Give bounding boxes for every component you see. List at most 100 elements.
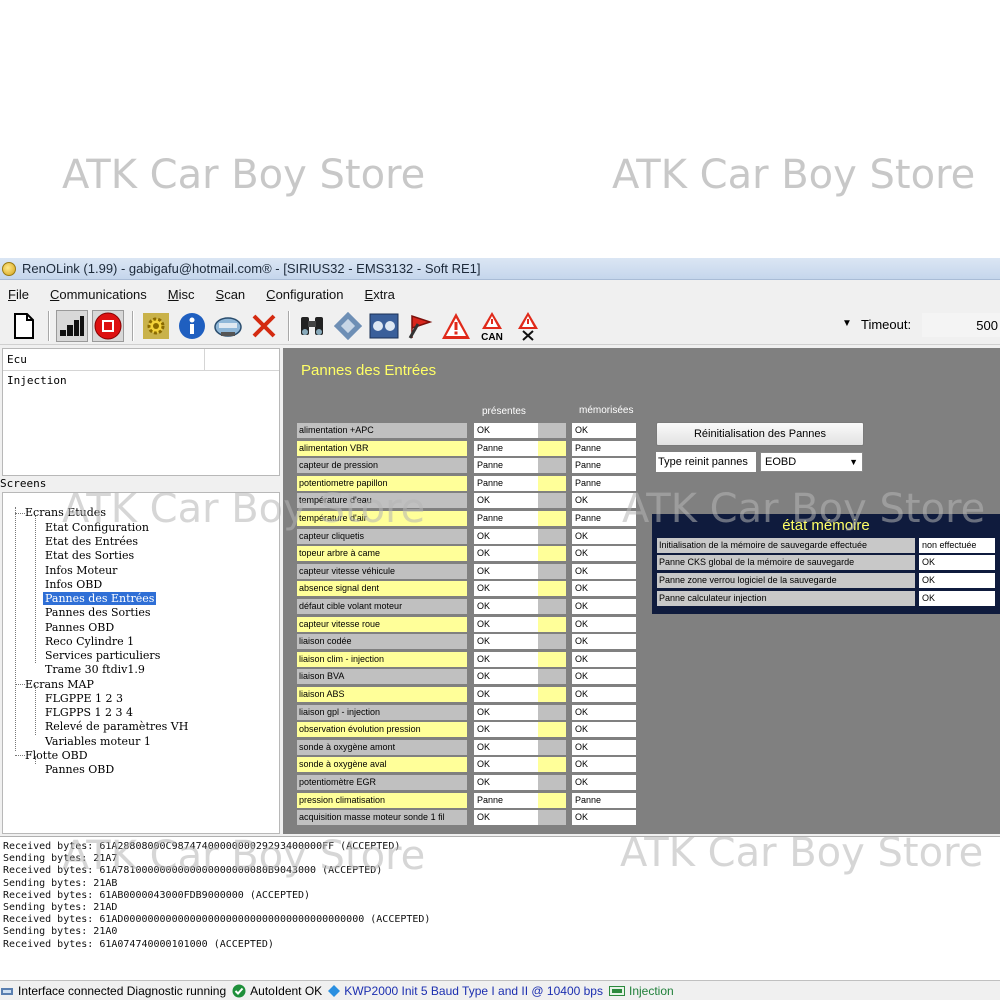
new-document-button[interactable]: [8, 310, 40, 342]
toolbar-overflow-arrow[interactable]: ▼: [842, 318, 852, 329]
tree-item[interactable]: Variables moteur 1: [45, 735, 151, 748]
ecu-column-header[interactable]: Ecu: [3, 349, 205, 370]
tree-item[interactable]: Services particuliers: [45, 649, 160, 662]
check-icon: [232, 984, 246, 997]
fault-label: sonde à oxygène amont: [297, 739, 467, 755]
tree-item[interactable]: Etat des Sorties: [45, 549, 134, 562]
can-label: CAN: [481, 332, 503, 341]
settings-button[interactable]: [140, 310, 172, 342]
fault-label: température d'air: [297, 511, 467, 526]
log-line: Received bytes: 61A781000000000000000000…: [3, 865, 383, 877]
fault-row: liaison gpl - injection OK OK: [297, 704, 637, 720]
fault-present-value: OK: [474, 739, 538, 755]
tree-item[interactable]: FLGPPS 1 2 3 4: [45, 706, 133, 719]
fault-indicator: [538, 669, 566, 685]
warning-button[interactable]: [440, 310, 472, 342]
column-header-presentes: présentes: [482, 406, 526, 417]
flag-button[interactable]: [404, 310, 436, 342]
fault-indicator: [538, 458, 566, 474]
fault-indicator: [538, 810, 566, 826]
fault-present-value: Panne: [474, 440, 538, 456]
fault-indicator: [538, 651, 566, 667]
tree-item[interactable]: Pannes des Sorties: [45, 606, 151, 619]
fault-memorized-value: OK: [572, 757, 636, 773]
memory-row: Panne calculateur injection OK: [657, 591, 995, 606]
fault-memorized-value: OK: [572, 651, 636, 667]
warning-can-button[interactable]: CAN: [476, 310, 508, 342]
fault-indicator: [538, 616, 566, 632]
tree-item[interactable]: Etat Configuration: [45, 521, 149, 534]
tree-item[interactable]: Pannes OBD: [45, 621, 114, 634]
menu-file[interactable]: File: [8, 287, 29, 302]
menu-configuration[interactable]: Configuration: [266, 287, 343, 302]
fault-row: liaison codée OK OK: [297, 634, 637, 650]
fault-row: observation évolution pression OK OK: [297, 722, 637, 738]
fault-label: liaison codée: [297, 634, 467, 650]
fault-memorized-value: OK: [572, 423, 636, 438]
fault-present-value: OK: [474, 493, 538, 509]
close-button[interactable]: [248, 310, 280, 342]
fault-label: liaison gpl - injection: [297, 704, 467, 720]
fault-indicator: [538, 581, 566, 597]
fault-indicator: [538, 563, 566, 579]
menu-misc[interactable]: Misc: [168, 287, 195, 302]
fault-indicator: [538, 475, 566, 491]
fault-memorized-value: Panne: [572, 511, 636, 526]
tree-item[interactable]: FLGPPE 1 2 3: [45, 692, 123, 705]
memory-value: OK: [919, 555, 995, 570]
car-button[interactable]: [212, 310, 244, 342]
column-header-memorisees: mémorisées: [579, 405, 634, 416]
status-ecu: Injection: [608, 984, 674, 998]
reset-faults-button[interactable]: Réinitialisation des Pannes: [656, 422, 864, 446]
search-button[interactable]: [296, 310, 328, 342]
tree-group-ecrans-map[interactable]: Ecrans MAP: [25, 678, 94, 691]
chevron-down-icon[interactable]: ▼: [849, 453, 858, 471]
status-protocol-text: KWP2000 Init 5 Baud Type I and II @ 1040…: [344, 983, 603, 998]
memory-status-panel: état mémoire Initialisation de la mémoir…: [652, 514, 1000, 614]
fault-memorized-value: OK: [572, 616, 636, 632]
communication-log[interactable]: Received bytes: 61A28808000C987474000000…: [0, 836, 1000, 984]
fault-present-value: Panne: [474, 511, 538, 526]
menu-scan[interactable]: Scan: [216, 287, 246, 302]
tree-item[interactable]: Relevé de paramètres VH: [45, 720, 188, 733]
tree-item[interactable]: Pannes OBD: [45, 763, 114, 776]
tree-item[interactable]: Etat des Entrées: [45, 535, 138, 548]
log-line: Received bytes: 61AD00000000000000000000…: [3, 914, 431, 926]
fault-present-value: OK: [474, 757, 538, 773]
fault-indicator: [538, 423, 566, 438]
fault-label: défaut cible volant moteur: [297, 599, 467, 614]
fault-present-value: OK: [474, 634, 538, 650]
menu-communications[interactable]: Communications: [50, 287, 147, 302]
fault-memorized-value: OK: [572, 599, 636, 614]
timeout-input[interactable]: [922, 313, 1000, 337]
warning-clear-icon: [518, 311, 538, 341]
stop-button[interactable]: [92, 309, 124, 342]
title-bar[interactable]: RenOLink (1.99) - gabigafu@hotmail.com® …: [0, 258, 1000, 280]
tool-button[interactable]: [332, 310, 364, 342]
fault-present-value: OK: [474, 651, 538, 667]
fault-label: liaison clim - injection: [297, 651, 467, 667]
tree-item[interactable]: Infos Moteur: [45, 564, 117, 577]
memory-status-title: état mémoire: [782, 517, 870, 534]
tree-item[interactable]: Infos OBD: [45, 578, 102, 591]
fault-label: pression climatisation: [297, 792, 467, 808]
reset-type-value: EOBD: [765, 456, 797, 468]
tree-group-flotte-obd[interactable]: Flotte OBD: [25, 749, 88, 762]
close-icon: [252, 314, 276, 337]
fault-row: capteur cliquetis OK OK: [297, 528, 637, 544]
connect-button[interactable]: [56, 309, 88, 342]
fault-row: absence signal dent OK OK: [297, 581, 637, 597]
reset-type-select[interactable]: EOBD ▼: [760, 452, 863, 472]
tree-group-ecrans-etudes[interactable]: Ecrans Etudes: [25, 506, 106, 519]
menu-bar: File Communications Misc Scan Configurat…: [0, 282, 1000, 306]
tree-item-selected[interactable]: Pannes des Entrées: [43, 592, 157, 605]
fault-indicator: [538, 722, 566, 738]
menu-extra[interactable]: Extra: [365, 287, 395, 302]
tree-item[interactable]: Reco Cylindre 1: [45, 635, 134, 648]
warning-clear-button[interactable]: [512, 310, 544, 342]
dashboard-button[interactable]: [368, 310, 400, 342]
log-line: Received bytes: 61A074740000101000 (ACCE…: [3, 938, 274, 950]
tree-item[interactable]: Trame 30 ftdiv1.9: [45, 663, 145, 676]
ecu-list-item[interactable]: Injection: [3, 371, 279, 390]
info-button[interactable]: [176, 310, 208, 342]
